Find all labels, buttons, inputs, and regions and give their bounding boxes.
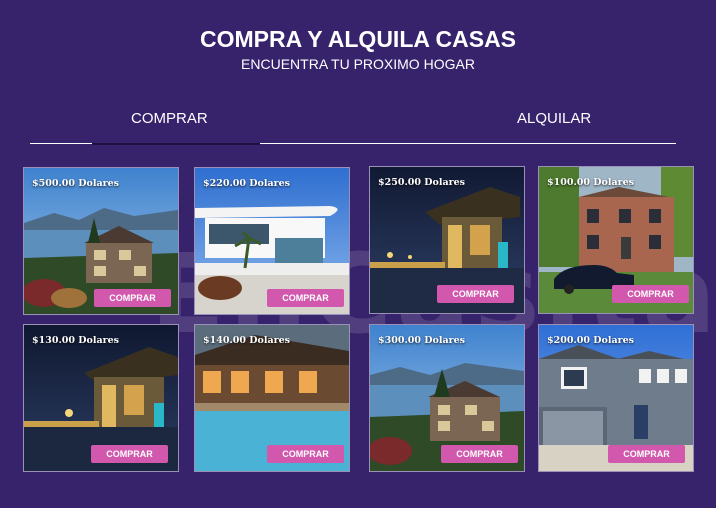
price-label: $220.00 Dolares — [203, 178, 291, 189]
buy-button[interactable]: COMPRAR — [267, 445, 344, 463]
price-label: $130.00 Dolares — [32, 335, 120, 346]
price-label: $100.00 Dolares — [547, 177, 635, 188]
price-label: $200.00 Dolares — [547, 335, 635, 346]
price-label: $140.00 Dolares — [203, 335, 291, 346]
property-card[interactable]: $200.00 Dolares COMPRAR — [538, 324, 694, 472]
property-card[interactable]: $250.00 Dolares COMPRAR — [369, 166, 525, 314]
property-card[interactable]: $300.00 Dolares COMPRAR — [369, 324, 525, 472]
buy-button[interactable]: COMPRAR — [437, 285, 514, 303]
tab-divider-right — [260, 143, 676, 144]
buy-button[interactable]: COMPRAR — [91, 445, 168, 463]
tab-divider-left — [30, 143, 92, 144]
active-tab-underline — [92, 143, 260, 145]
buy-button[interactable]: COMPRAR — [441, 445, 518, 463]
property-card[interactable]: $220.00 Dolares COMPRAR — [194, 167, 350, 315]
buy-button[interactable]: COMPRAR — [94, 289, 171, 307]
buy-button[interactable]: COMPRAR — [267, 289, 344, 307]
price-label: $500.00 Dolares — [32, 178, 120, 189]
property-card[interactable]: $130.00 Dolares COMPRAR — [23, 324, 179, 472]
tab-comprar[interactable]: COMPRAR — [131, 110, 208, 127]
page-title: COMPRA Y ALQUILA CASAS — [199, 26, 517, 52]
buy-button[interactable]: COMPRAR — [608, 445, 685, 463]
price-label: $250.00 Dolares — [378, 177, 466, 188]
property-card[interactable]: $140.00 Dolares COMPRAR — [194, 324, 350, 472]
property-card[interactable]: $100.00 Dolares COMPRAR — [538, 166, 694, 314]
price-label: $300.00 Dolares — [378, 335, 466, 346]
buy-button[interactable]: COMPRAR — [612, 285, 689, 303]
property-card[interactable]: $500.00 Dolares COMPRAR — [23, 167, 179, 315]
page-subtitle: ENCUENTRA TU PROXIMO HOGAR — [241, 56, 475, 72]
tab-alquilar[interactable]: ALQUILAR — [517, 110, 591, 127]
